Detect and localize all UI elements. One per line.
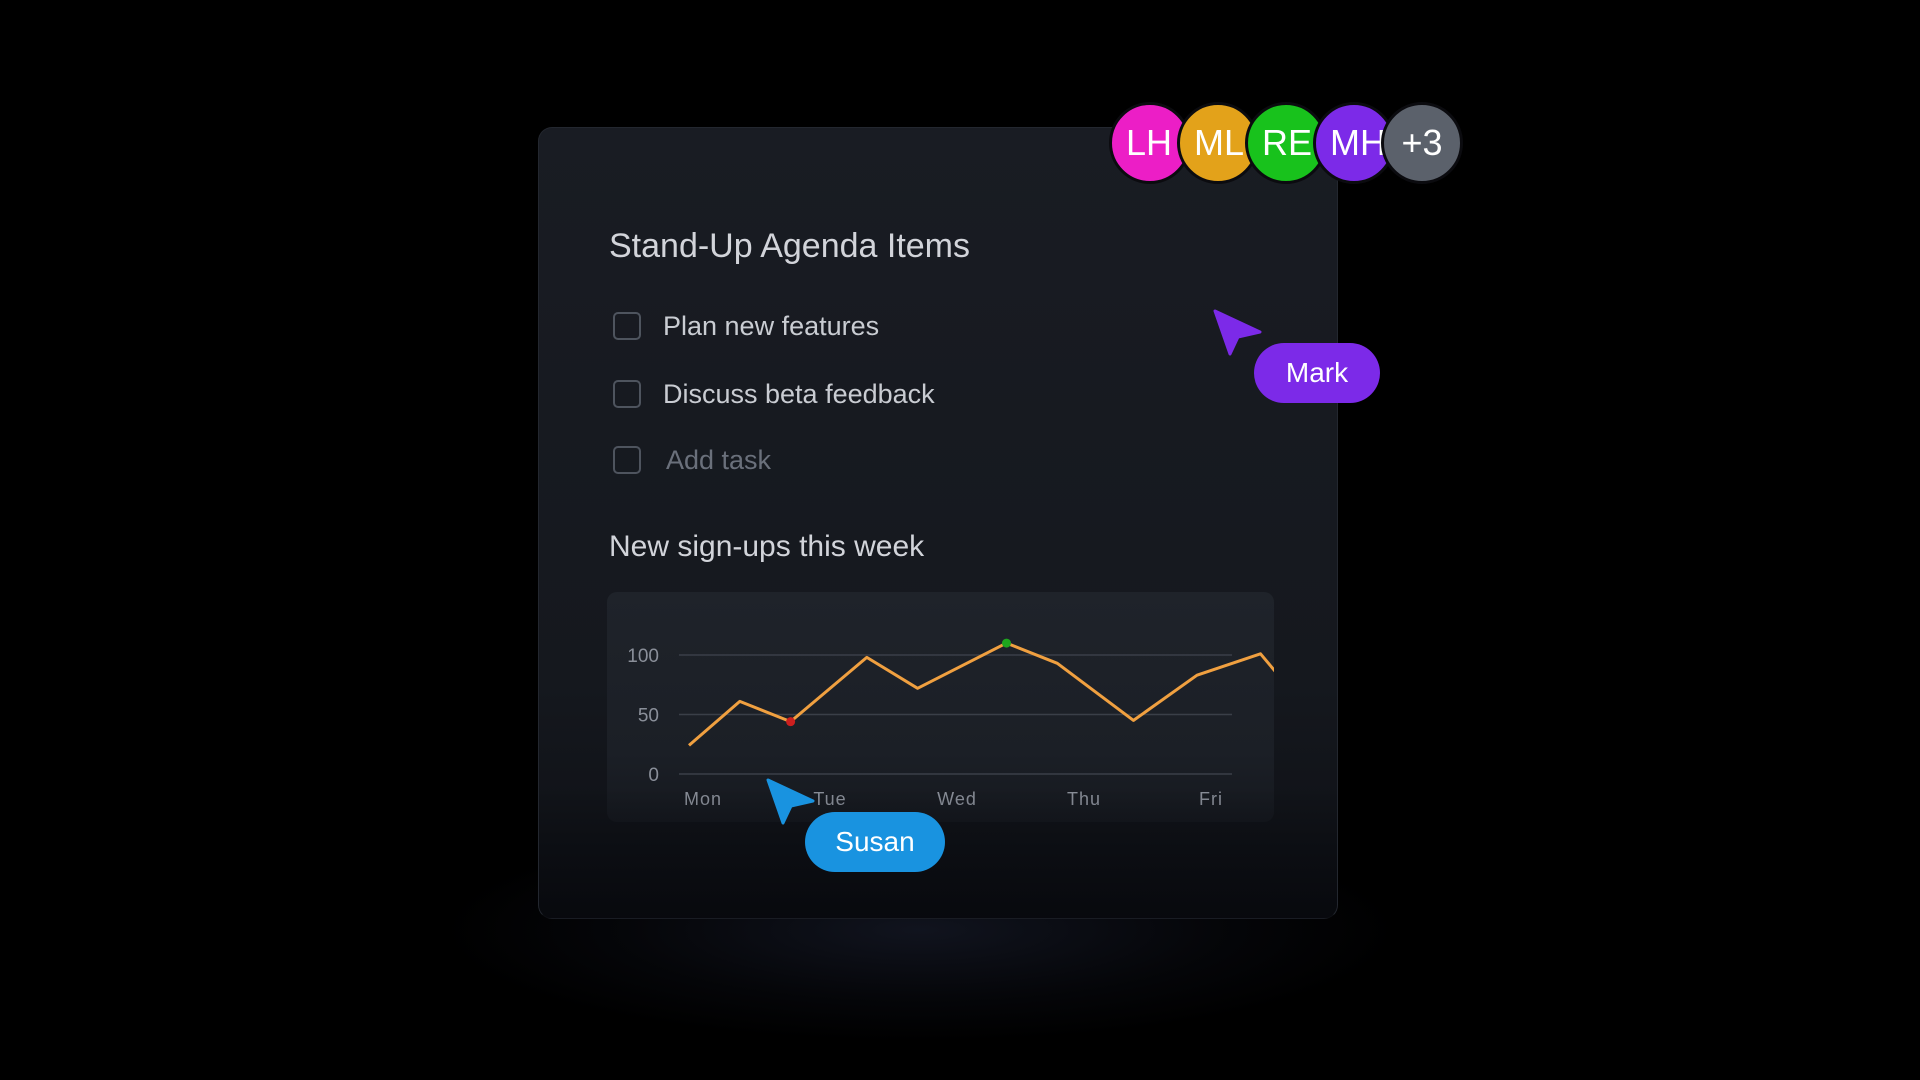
agenda-card: Stand-Up Agenda Items Plan new features … [538, 127, 1338, 919]
series-line [688, 641, 1274, 747]
card-title: Stand-Up Agenda Items [609, 227, 971, 265]
task-checkbox[interactable] [613, 380, 641, 408]
avatar-overflow-count: +3 [1401, 122, 1443, 163]
task-label: Plan new features [663, 310, 880, 341]
avatar-overflow[interactable]: +3 [1381, 102, 1463, 184]
x-tick-label: Thu [1067, 789, 1101, 809]
signups-chart: 0 50 100 Mon Tue Wed Thu Fri [607, 592, 1274, 822]
cursor-arrow-icon [766, 778, 815, 825]
data-point [1002, 638, 1011, 648]
cursor-name-tag: Susan [805, 812, 945, 872]
x-tick-label: Tue [813, 789, 846, 809]
task-label: Discuss beta feedback [663, 378, 935, 409]
task-checkbox[interactable] [613, 312, 641, 340]
y-tick-label: 50 [638, 706, 659, 727]
y-tick-label: 0 [648, 765, 659, 786]
y-tick-label: 100 [627, 646, 659, 667]
x-tick-label: Fri [1199, 789, 1223, 809]
data-point [786, 717, 796, 727]
task-item[interactable]: Discuss beta feedback [613, 374, 935, 414]
add-task-row[interactable]: Add task [613, 440, 771, 480]
add-task-input[interactable]: Add task [666, 445, 771, 476]
cursor-arrow-icon [1213, 309, 1262, 356]
chart-title: New sign-ups this week [609, 530, 925, 563]
x-tick-label: Wed [937, 789, 977, 809]
line-chart: 0 50 100 Mon Tue Wed Thu Fri [627, 638, 1274, 809]
task-item[interactable]: Plan new features [613, 306, 879, 346]
x-tick-label: Mon [684, 789, 722, 809]
cursor-name-tag: Mark [1254, 343, 1380, 403]
task-checkbox[interactable] [613, 446, 641, 474]
canvas: Stand-Up Agenda Items Plan new features … [0, 0, 1920, 1080]
